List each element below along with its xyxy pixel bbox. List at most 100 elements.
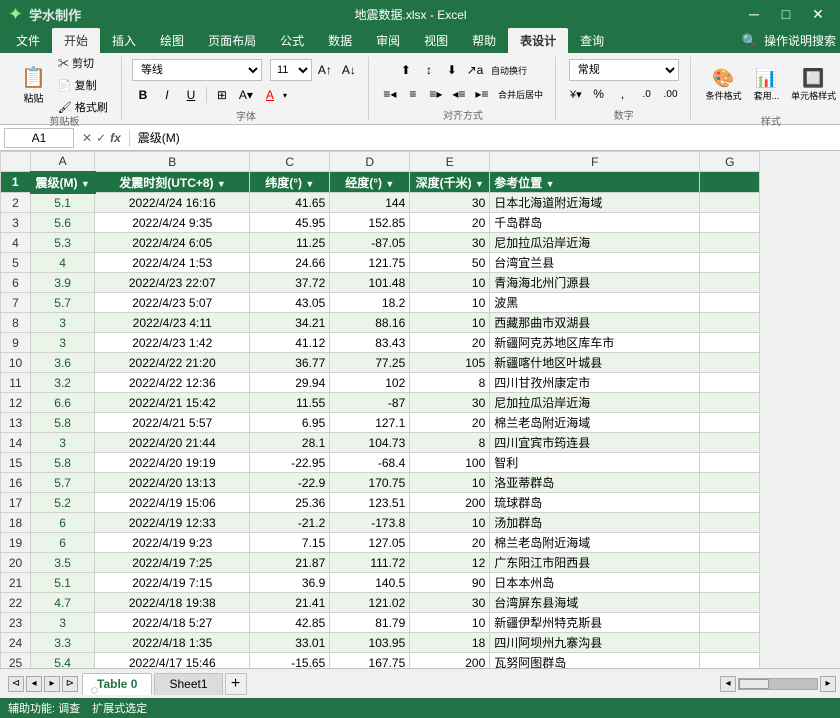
cell-time[interactable]: 2022/4/19 9:23 [95, 533, 250, 553]
tab-draw[interactable]: 绘图 [148, 28, 196, 53]
cell-location[interactable]: 新疆喀什地区叶城县 [490, 353, 700, 373]
cell-location[interactable]: 洛亚蒂群岛 [490, 473, 700, 493]
cell-time[interactable]: 2022/4/22 12:36 [95, 373, 250, 393]
increase-indent-button[interactable]: ▸≡ [471, 83, 493, 105]
align-bottom-button[interactable]: ⬇ [441, 59, 463, 81]
cell-time[interactable]: 2022/4/21 15:42 [95, 393, 250, 413]
conditional-format-button[interactable]: 🎨 条件格式 [701, 59, 747, 111]
cell-time[interactable]: 2022/4/24 6:05 [95, 233, 250, 253]
cell-location[interactable]: 尼加拉瓜沿岸近海 [490, 233, 700, 253]
cell-location[interactable]: 四川阿坝州九寨沟县 [490, 633, 700, 653]
cell-lon[interactable]: 127.05 [330, 533, 410, 553]
cell-lon[interactable]: 81.79 [330, 613, 410, 633]
cell-magnitude[interactable]: 3 [31, 613, 95, 633]
scroll-left-btn[interactable]: ◂ [720, 676, 736, 692]
col-header-c[interactable]: C [250, 152, 330, 172]
cell-lat[interactable]: 6.95 [250, 413, 330, 433]
tab-nav-prev[interactable]: ◂ [26, 676, 42, 692]
tab-data[interactable]: 数据 [316, 28, 364, 53]
currency-button[interactable]: ¥▾ [566, 83, 586, 105]
cell-lon[interactable]: 101.48 [330, 273, 410, 293]
cell-magnitude[interactable]: 5.1 [31, 573, 95, 593]
col-header-d[interactable]: D [330, 152, 410, 172]
cell-location[interactable]: 琉球群岛 [490, 493, 700, 513]
cell-location[interactable]: 棉兰老岛附近海域 [490, 413, 700, 433]
cell-depth[interactable]: 30 [410, 193, 490, 213]
horizontal-scrollbar[interactable] [738, 678, 818, 690]
cell-lon[interactable]: -87 [330, 393, 410, 413]
cell-time[interactable]: 2022/4/24 16:16 [95, 193, 250, 213]
cell-depth[interactable]: 30 [410, 393, 490, 413]
cell-location[interactable]: 四川甘孜州康定市 [490, 373, 700, 393]
cell-depth[interactable]: 200 [410, 653, 490, 669]
cell-depth[interactable]: 10 [410, 293, 490, 313]
paste-button[interactable]: 📋 粘贴 [16, 59, 51, 111]
cell-magnitude[interactable]: 5.8 [31, 453, 95, 473]
font-size-decrease[interactable]: A↓ [338, 59, 360, 81]
tab-home[interactable]: 开始 [52, 28, 100, 53]
cell-depth[interactable]: 8 [410, 433, 490, 453]
fill-color-button[interactable]: A▾ [235, 84, 257, 106]
merge-button[interactable]: 合并后居中 [494, 83, 547, 105]
underline-button[interactable]: U [180, 84, 202, 106]
cell-depth[interactable]: 105 [410, 353, 490, 373]
cell-time[interactable]: 2022/4/23 5:07 [95, 293, 250, 313]
cell-lat[interactable]: -21.2 [250, 513, 330, 533]
cell-time[interactable]: 2022/4/18 19:38 [95, 593, 250, 613]
cell-depth[interactable]: 30 [410, 233, 490, 253]
cell-location[interactable]: 瓦努阿图群岛 [490, 653, 700, 669]
cell-depth[interactable]: 100 [410, 453, 490, 473]
cell-depth[interactable]: 10 [410, 273, 490, 293]
scroll-thumb[interactable] [739, 679, 769, 689]
cell-magnitude[interactable]: 3.3 [31, 633, 95, 653]
cell-lat[interactable]: 7.15 [250, 533, 330, 553]
cell-magnitude[interactable]: 5.8 [31, 413, 95, 433]
cell-magnitude[interactable]: 3.5 [31, 553, 95, 573]
cell-depth[interactable]: 50 [410, 253, 490, 273]
header-cell-c[interactable]: 纬度(°) ▼ [250, 172, 330, 193]
tab-view[interactable]: 视图 [412, 28, 460, 53]
tab-review[interactable]: 审阅 [364, 28, 412, 53]
font-color-button[interactable]: A [259, 84, 281, 106]
cell-depth[interactable]: 10 [410, 313, 490, 333]
cell-time[interactable]: 2022/4/19 15:06 [95, 493, 250, 513]
cell-depth[interactable]: 10 [410, 613, 490, 633]
cell-location[interactable]: 台湾屏东县海域 [490, 593, 700, 613]
cell-location[interactable]: 波黑 [490, 293, 700, 313]
cell-time[interactable]: 2022/4/23 1:42 [95, 333, 250, 353]
col-header-f[interactable]: F [490, 152, 700, 172]
col-header-e[interactable]: E [410, 152, 490, 172]
cell-location[interactable]: 台湾宜兰县 [490, 253, 700, 273]
increase-decimal-button[interactable]: .00 [660, 83, 682, 105]
cell-magnitude[interactable]: 4 [31, 253, 95, 273]
font-size-select[interactable]: 11 [270, 59, 312, 81]
cell-lon[interactable]: 152.85 [330, 213, 410, 233]
cell-time[interactable]: 2022/4/19 7:15 [95, 573, 250, 593]
align-top-button[interactable]: ⬆ [395, 59, 417, 81]
cell-time[interactable]: 2022/4/23 22:07 [95, 273, 250, 293]
cell-lon[interactable]: 111.72 [330, 553, 410, 573]
cell-depth[interactable]: 20 [410, 533, 490, 553]
cell-lat[interactable]: 37.72 [250, 273, 330, 293]
cell-location[interactable]: 尼加拉瓜沿岸近海 [490, 393, 700, 413]
cell-lon[interactable]: -173.8 [330, 513, 410, 533]
scroll-right-btn[interactable]: ▸ [820, 676, 836, 692]
copy-button[interactable]: 📄 复制 [53, 75, 113, 95]
tab-formula[interactable]: 公式 [268, 28, 316, 53]
cell-magnitude[interactable]: 5.1 [31, 193, 95, 213]
cell-time[interactable]: 2022/4/22 21:20 [95, 353, 250, 373]
align-left-button[interactable]: ≡◂ [379, 83, 401, 105]
italic-button[interactable]: I [156, 84, 178, 106]
cell-lon[interactable]: 83.43 [330, 333, 410, 353]
align-right-button[interactable]: ≡▸ [425, 83, 447, 105]
cell-time[interactable]: 2022/4/24 1:53 [95, 253, 250, 273]
formula-confirm-icon[interactable]: ✓ [96, 131, 106, 145]
cell-location[interactable]: 千岛群岛 [490, 213, 700, 233]
header-cell-d[interactable]: 经度(°) ▼ [330, 172, 410, 193]
cell-location[interactable]: 新疆阿克苏地区库车市 [490, 333, 700, 353]
header-cell-a[interactable]: 震级(M) ▼ [31, 172, 95, 193]
tab-table-design[interactable]: 表设计 [508, 28, 568, 53]
cell-depth[interactable]: 90 [410, 573, 490, 593]
cell-magnitude[interactable]: 3 [31, 433, 95, 453]
cell-location[interactable]: 日本本州岛 [490, 573, 700, 593]
